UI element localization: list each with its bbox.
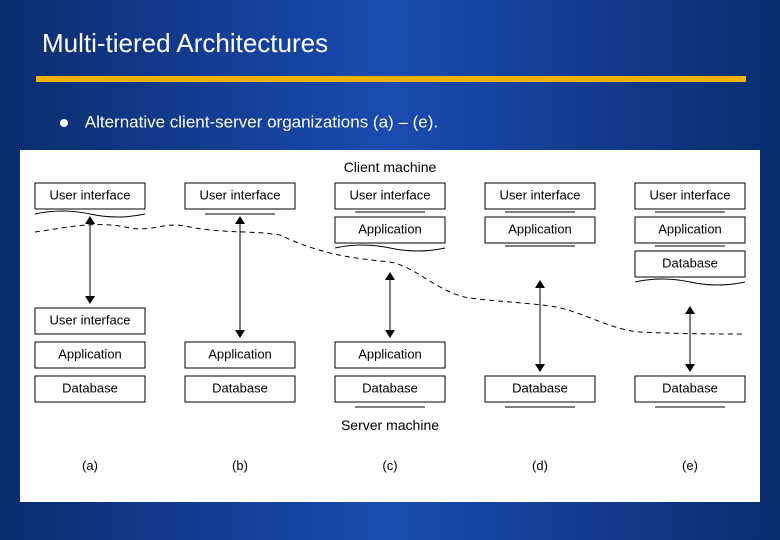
title-underline (36, 76, 746, 82)
b-link-arrow (235, 216, 245, 338)
col-label-d: (d) (532, 458, 548, 473)
col-label-b: (b) (232, 458, 248, 473)
bullet-dot-icon (60, 119, 68, 127)
e-link-arrow (685, 306, 695, 372)
e-client-wavy (635, 279, 745, 285)
col-label-a: (a) (82, 458, 98, 473)
c-client-ui-text: User interface (350, 187, 431, 202)
c-client-app-text: Application (358, 221, 422, 236)
client-machine-label: Client machine (344, 159, 437, 175)
column-b: User interface Application Database (b) (185, 183, 295, 473)
architecture-diagram: Client machine User interface Us (20, 150, 760, 502)
col-label-c: (c) (382, 458, 397, 473)
d-server-db-text: Database (512, 380, 568, 395)
c-client-wavy (335, 245, 445, 251)
column-a: User interface User interface Applicatio… (35, 183, 145, 473)
b-server-db-text: Database (212, 380, 268, 395)
b-client-ui-text: User interface (200, 187, 281, 202)
b-server-app-text: Application (208, 346, 272, 361)
a-client-ui-text: User interface (50, 187, 131, 202)
column-d: User interface Application Database (d) (485, 183, 595, 473)
a-server-ui-text: User interface (50, 312, 131, 327)
diagram-svg: Client machine User interface Us (20, 150, 760, 502)
a-server-db-text: Database (62, 380, 118, 395)
e-client-ui-text: User interface (650, 187, 731, 202)
e-client-app-text: Application (658, 221, 722, 236)
slide: Multi-tiered Architectures Alternative c… (0, 0, 780, 540)
c-server-app-text: Application (358, 346, 422, 361)
d-client-app-text: Application (508, 221, 572, 236)
e-client-db-text: Database (662, 255, 718, 270)
column-e: User interface Application Database Data… (635, 183, 745, 473)
d-link-arrow (535, 280, 545, 372)
e-server-db-text: Database (662, 380, 718, 395)
c-link-arrow (385, 272, 395, 338)
a-link-arrow (85, 216, 95, 304)
d-client-ui-text: User interface (500, 187, 581, 202)
col-label-e: (e) (682, 458, 698, 473)
bullet-text: Alternative client-server organizations … (85, 113, 438, 132)
a-server-app-text: Application (58, 346, 122, 361)
server-machine-label: Server machine (341, 417, 439, 433)
c-server-db-text: Database (362, 380, 418, 395)
slide-title: Multi-tiered Architectures (42, 28, 328, 59)
bullet-row: Alternative client-server organizations … (60, 112, 438, 133)
